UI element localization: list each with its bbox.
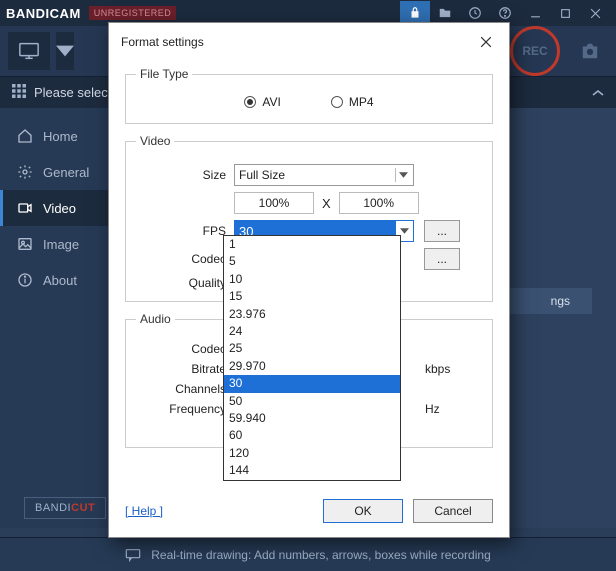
audio-legend: Audio xyxy=(136,312,175,326)
fps-option[interactable]: 10 xyxy=(224,271,400,288)
fps-option[interactable]: 15 xyxy=(224,288,400,305)
filetype-mp4-radio[interactable]: MP4 xyxy=(331,95,374,109)
channels-label: Channels xyxy=(136,382,226,396)
codec-more-button[interactable]: ... xyxy=(424,248,460,270)
fps-label: FPS xyxy=(136,224,226,238)
settings-button-1[interactable]: ngs xyxy=(529,288,592,314)
dialog-close-button[interactable] xyxy=(475,31,497,53)
fps-option[interactable]: 144 xyxy=(224,462,400,479)
sidebar-item-video[interactable]: Video xyxy=(0,190,108,226)
audio-codec-label: Codec xyxy=(136,342,226,356)
codec-label: Codec xyxy=(136,252,226,266)
size-label: Size xyxy=(136,168,226,182)
chevron-down-icon xyxy=(395,168,410,182)
quality-label: Quality xyxy=(136,276,226,290)
chat-icon xyxy=(125,548,141,562)
fps-option[interactable]: 120 xyxy=(224,445,400,462)
unregistered-badge: UNREGISTERED xyxy=(89,6,177,20)
fps-option[interactable]: 23.976 xyxy=(224,306,400,323)
width-percent[interactable]: 100% xyxy=(234,192,314,214)
x-label: X xyxy=(322,196,331,211)
sidebar-item-label: About xyxy=(43,273,77,288)
filetype-avi-radio[interactable]: AVI xyxy=(244,95,280,109)
sidebar-item-label: Home xyxy=(43,129,78,144)
sidebar-item-image[interactable]: Image xyxy=(0,226,108,262)
record-label: REC xyxy=(522,44,547,58)
sidebar-item-general[interactable]: General xyxy=(0,154,108,190)
filetype-group: File Type AVI MP4 xyxy=(125,67,493,124)
minimize-button[interactable] xyxy=(520,1,550,25)
frequency-label: Frequency xyxy=(136,402,226,416)
sidebar-item-home[interactable]: Home xyxy=(0,118,108,154)
fps-option[interactable]: 1 xyxy=(224,236,400,253)
help-link[interactable]: [ Help ] xyxy=(125,504,163,518)
bitrate-label: Bitrate xyxy=(136,362,226,376)
video-legend: Video xyxy=(136,134,174,148)
fps-option[interactable]: 30 xyxy=(224,375,400,392)
bandicut-promo[interactable]: BANDICUT xyxy=(24,497,106,519)
maximize-button[interactable] xyxy=(550,1,580,25)
fps-option[interactable]: 29.970 xyxy=(224,358,400,375)
sidebar-item-about[interactable]: About xyxy=(0,262,108,298)
brand: BANDICAM xyxy=(6,6,81,21)
status-bar: Real-time drawing: Add numbers, arrows, … xyxy=(0,537,616,571)
status-text: Real-time drawing: Add numbers, arrows, … xyxy=(151,548,491,562)
screen-mode-button[interactable] xyxy=(8,32,50,70)
height-percent[interactable]: 100% xyxy=(339,192,419,214)
fps-option[interactable]: 5 xyxy=(224,253,400,270)
fps-option[interactable]: 60 xyxy=(224,427,400,444)
bitrate-unit: kbps xyxy=(425,362,450,376)
sidebar-item-label: Image xyxy=(43,237,79,252)
ok-button[interactable]: OK xyxy=(323,499,403,523)
record-button[interactable]: REC xyxy=(510,26,560,76)
sidebar-item-label: General xyxy=(43,165,89,180)
screenshot-button[interactable] xyxy=(572,33,608,69)
format-settings-dialog: Format settings File Type AVI MP4 Video … xyxy=(108,22,510,538)
radio-dot-icon xyxy=(331,96,343,108)
fps-option[interactable]: 240 xyxy=(224,480,400,481)
filetype-legend: File Type xyxy=(136,67,192,81)
chevron-up-icon xyxy=(592,85,604,100)
cancel-button[interactable]: Cancel xyxy=(413,499,493,523)
dialog-title: Format settings xyxy=(121,35,204,49)
screen-mode-dropdown[interactable] xyxy=(56,32,74,70)
fps-option[interactable]: 59.940 xyxy=(224,410,400,427)
frequency-unit: Hz xyxy=(425,402,440,416)
grid-icon xyxy=(12,84,26,101)
sidebar-item-label: Video xyxy=(43,201,76,216)
radio-dot-icon xyxy=(244,96,256,108)
fps-option[interactable]: 25 xyxy=(224,340,400,357)
close-button[interactable] xyxy=(580,1,610,25)
sidebar: Home General Video Image About xyxy=(0,108,108,528)
fps-option[interactable]: 50 xyxy=(224,393,400,410)
fps-dropdown-list[interactable]: 15101523.976242529.970305059.94060120144… xyxy=(223,235,401,481)
fps-option[interactable]: 24 xyxy=(224,323,400,340)
size-select[interactable]: Full Size xyxy=(234,164,414,186)
fps-more-button[interactable]: ... xyxy=(424,220,460,242)
